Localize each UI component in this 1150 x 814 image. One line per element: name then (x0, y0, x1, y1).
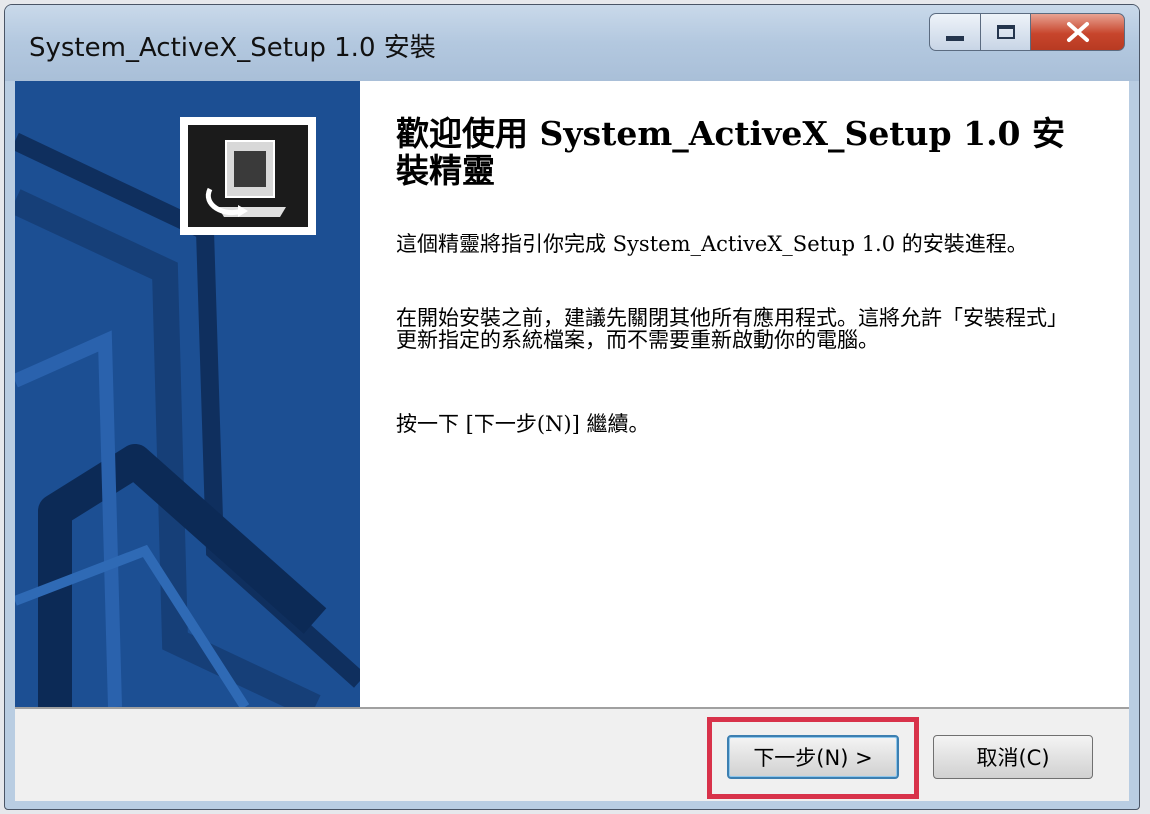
installer-logo (180, 117, 316, 235)
wizard-banner (15, 81, 360, 707)
intro-text: 這個精靈將指引你完成 System_ActiveX_Setup 1.0 的安裝進… (396, 232, 1028, 256)
next-button[interactable]: 下一步(N) > (727, 735, 899, 779)
window-title: System_ActiveX_Setup 1.0 安裝 (29, 33, 436, 63)
close-apps-text: 在開始安裝之前，建議先關閉其他所有應用程式。這將允許「安裝程式」更新指定的系統檔… (396, 306, 1068, 352)
maximize-button[interactable] (981, 13, 1031, 51)
minimize-icon (946, 35, 964, 41)
close-icon (1066, 22, 1089, 42)
welcome-heading: 歡迎使用 System_ActiveX_Setup 1.0 安裝精靈 (396, 114, 1066, 190)
client-area: 歡迎使用 System_ActiveX_Setup 1.0 安裝精靈 這個精靈將… (15, 81, 1129, 801)
cancel-button[interactable]: 取消(C) (933, 735, 1093, 779)
continue-instruction: 按一下 [下一步(N)] 繼續。 (396, 412, 650, 436)
installer-window: System_ActiveX_Setup 1.0 安裝 歡迎使用 System_… (4, 4, 1140, 810)
caption-buttons (929, 13, 1125, 53)
welcome-panel: 歡迎使用 System_ActiveX_Setup 1.0 安裝精靈 這個精靈將… (360, 81, 1129, 707)
footer-divider (15, 707, 1129, 709)
close-button[interactable] (1031, 13, 1125, 51)
title-bar[interactable]: System_ActiveX_Setup 1.0 安裝 (5, 5, 1139, 81)
maximize-icon (996, 25, 1015, 39)
minimize-button[interactable] (929, 13, 981, 51)
installer-computer-icon (205, 140, 286, 217)
